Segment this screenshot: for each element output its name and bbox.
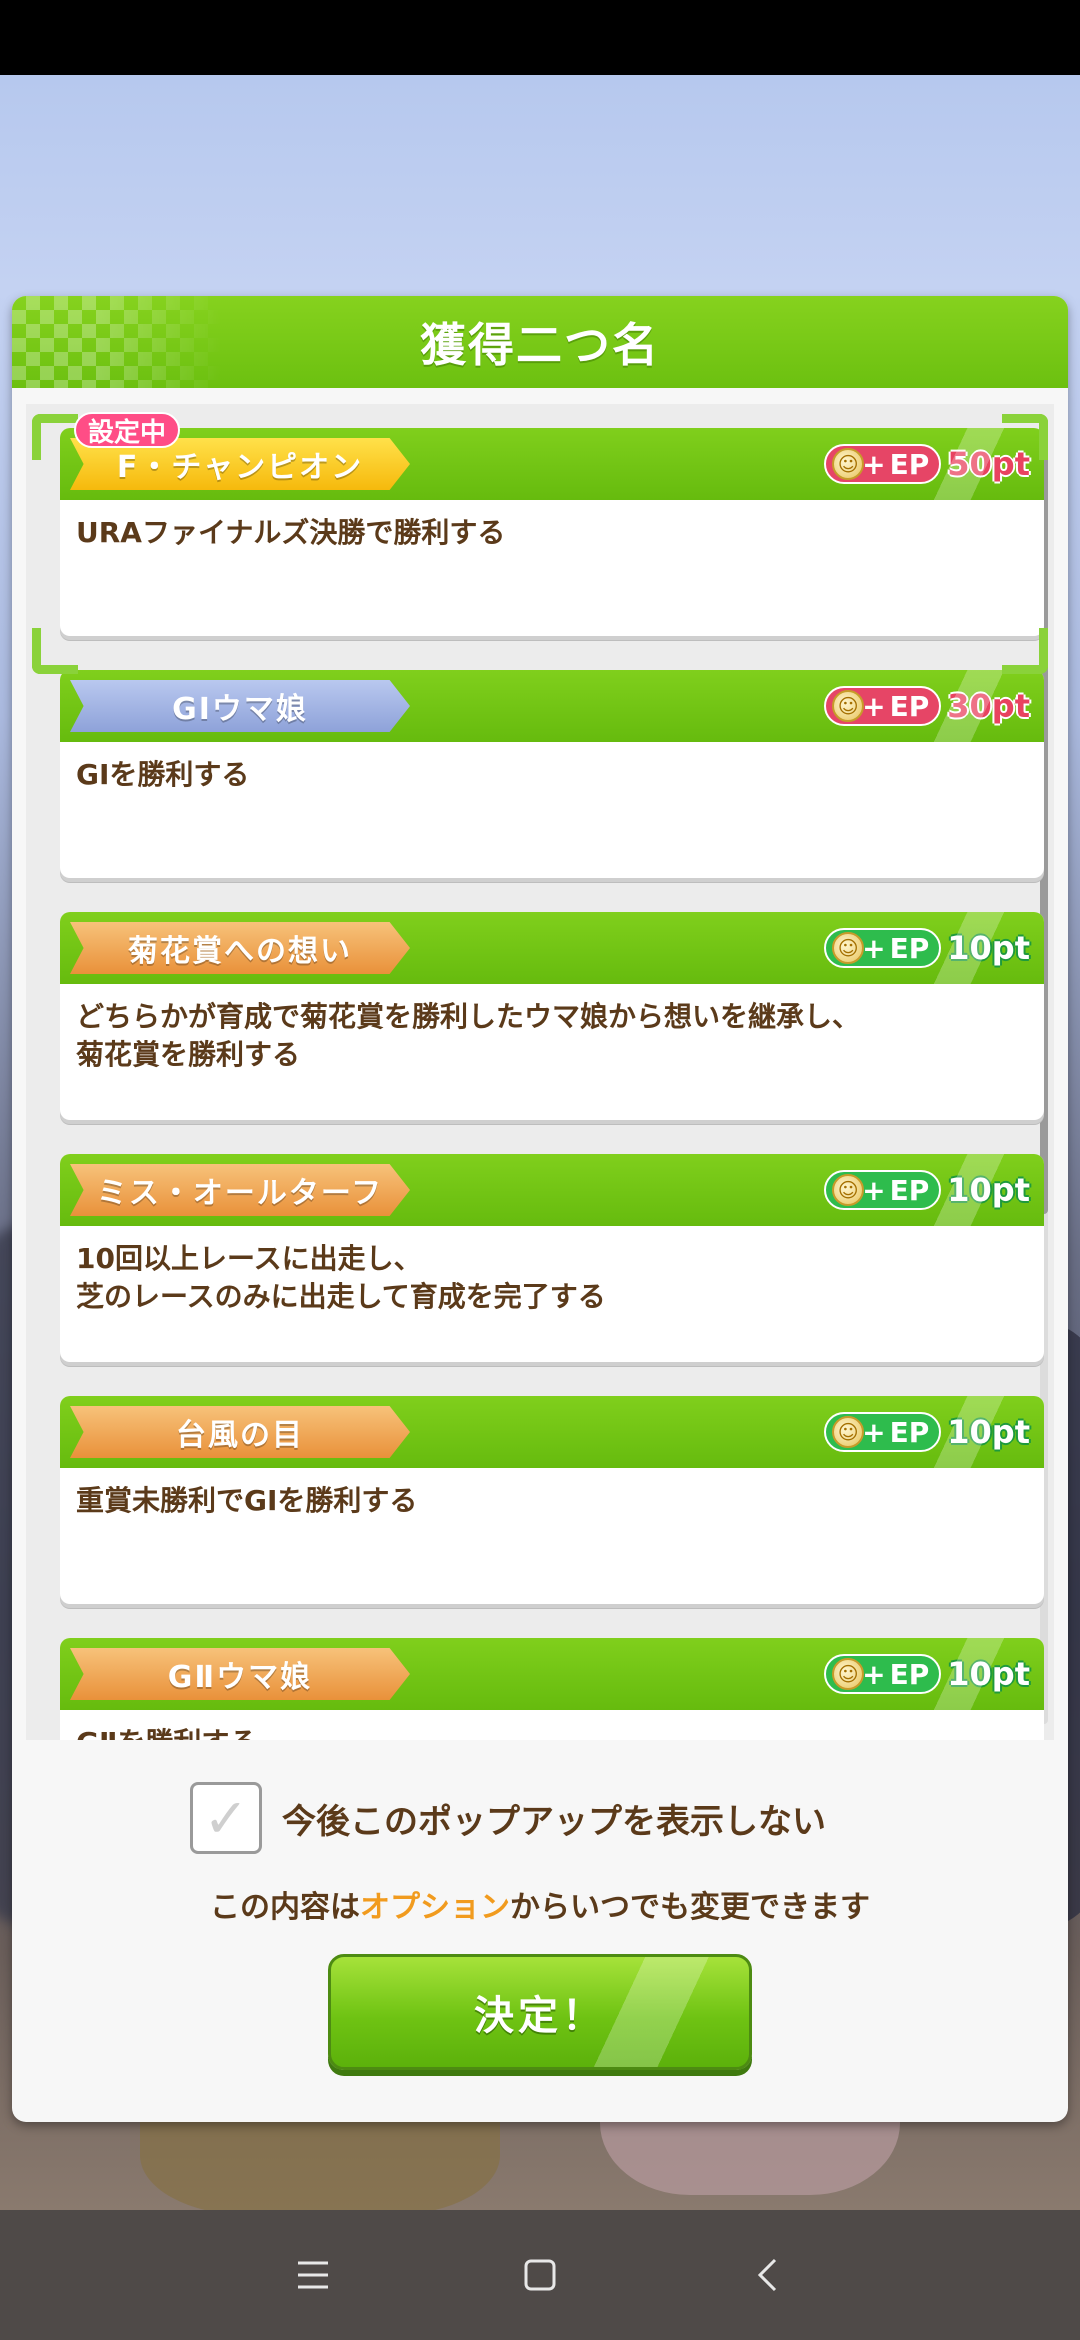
title-card-header: 台風の目 ☺ + EP 10pt (60, 1396, 1044, 1468)
title-card[interactable]: GⅠウマ娘 ☺ + EP 30pt GⅠを勝利する (60, 670, 1044, 878)
ep-points: 10pt (947, 1655, 1030, 1693)
ep-label: EP (889, 1657, 930, 1691)
selection-bracket-bottom-left (32, 628, 78, 674)
title-card[interactable]: 台風の目 ☺ + EP 10pt 重賞未勝利でGⅠを勝利する (60, 1396, 1044, 1604)
title-name-badge: GⅠウマ娘 (70, 680, 410, 732)
home-icon (524, 2259, 556, 2291)
selection-bracket-top-right (1002, 414, 1048, 460)
ep-pill: ☺ + EP (824, 444, 942, 484)
plus-icon: + (862, 447, 886, 481)
status-bar (0, 0, 1080, 75)
plus-icon: + (862, 689, 886, 723)
title-card-header: ミス・オールターフ ☺ + EP 10pt (60, 1154, 1044, 1226)
ep-pill: ☺ + EP (824, 928, 942, 968)
title-name-badge: GⅡウマ娘 (70, 1648, 410, 1700)
title-description: どちらかが育成で菊花賞を勝利したウマ娘から想いを継承し、 菊花賞を勝利する (76, 1000, 861, 1071)
ep-pill: ☺ + EP (824, 686, 942, 726)
dialog-title: 獲得二つ名 (420, 318, 660, 372)
ep-coin-icon: ☺ (832, 1416, 865, 1448)
selection-bracket-bottom-right (1002, 628, 1048, 674)
title-card[interactable]: 菊花賞への想い ☺ + EP 10pt どちらかが育成で菊花賞を勝利したウマ娘から想いを継… (60, 912, 1044, 1120)
current-title-tag: 設定中 (74, 412, 181, 448)
back-button[interactable] (732, 2240, 802, 2310)
ep-pill: ☺ + EP (824, 1412, 942, 1452)
ep-reward: ☺ + EP 30pt (824, 682, 1030, 730)
ep-points: 10pt (947, 929, 1030, 967)
plus-icon: + (862, 931, 886, 965)
back-icon (757, 2258, 776, 2292)
title-card-header: F・チャンピオン ☺ + EP 50pt (60, 428, 1044, 500)
ep-points: 10pt (947, 1171, 1030, 1209)
title-name-badge: ミス・オールターフ (70, 1164, 410, 1216)
ep-label: EP (889, 1415, 930, 1449)
title-card[interactable]: F・チャンピオン ☺ + EP 50pt URAファイナルズ決勝で勝利する (60, 428, 1044, 636)
info-text-before: この内容は (210, 1890, 360, 1925)
info-text-after: からいつでも変更できます (510, 1890, 870, 1925)
ep-coin-icon: ☺ (832, 448, 865, 480)
ep-label: EP (889, 931, 930, 965)
confirm-label: 決定！ (474, 1993, 606, 2039)
dont-show-checkbox[interactable]: ✓ (190, 1782, 262, 1854)
menu-icon (298, 2261, 329, 2289)
confirm-button[interactable]: 決定！ (328, 1954, 752, 2070)
ep-label: EP (889, 1173, 930, 1207)
checkbox-label: 今後このポップアップを表示しない (282, 1801, 826, 1842)
plus-icon: + (862, 1657, 886, 1691)
ep-points: 10pt (947, 1413, 1030, 1451)
selection-bracket-top-left (32, 414, 78, 460)
recents-button[interactable] (278, 2240, 348, 2310)
ep-pill: ☺ + EP (824, 1170, 942, 1210)
title-name-badge: 菊花賞への想い (70, 922, 410, 974)
header-pattern (12, 296, 222, 388)
option-info-text: この内容はオプションからいつでも変更できます (12, 1882, 1068, 1926)
ep-pill: ☺ + EP (824, 1654, 942, 1694)
title-list[interactable]: F・チャンピオン ☺ + EP 50pt URAファイナルズ決勝で勝利する GⅠウマ娘 ☺ + E… (26, 404, 1054, 1740)
title-card-header: GⅡウマ娘 ☺ + EP 10pt (60, 1638, 1044, 1710)
ep-reward: ☺ + EP 10pt (824, 1166, 1030, 1214)
title-card-header: GⅠウマ娘 ☺ + EP 30pt (60, 670, 1044, 742)
title-card[interactable]: ミス・オールターフ ☺ + EP 10pt 10回以上レースに出走し、 芝のレースのみに出… (60, 1154, 1044, 1362)
title-description: URAファイナルズ決勝で勝利する (76, 516, 506, 549)
title-description: GⅡを勝利する (76, 1724, 1016, 1740)
ep-points: 30pt (947, 687, 1030, 725)
ep-reward: ☺ + EP 50pt (824, 440, 1030, 488)
system-nav-bar (0, 2210, 1080, 2340)
plus-icon: + (862, 1173, 886, 1207)
ep-reward: ☺ + EP 10pt (824, 1650, 1030, 1698)
title-name-badge: 台風の目 (70, 1406, 410, 1458)
ep-coin-icon: ☺ (832, 690, 865, 722)
title-description: GⅠを勝利する (76, 758, 250, 791)
checkmark-icon: ✓ (203, 1786, 249, 1850)
title-description: 重賞未勝利でGⅠを勝利する (76, 1484, 418, 1517)
ep-label: EP (889, 689, 930, 723)
ep-reward: ☺ + EP 10pt (824, 924, 1030, 972)
ep-reward: ☺ + EP 10pt (824, 1408, 1030, 1456)
title-card-header: 菊花賞への想い ☺ + EP 10pt (60, 912, 1044, 984)
ep-coin-icon: ☺ (832, 1658, 865, 1690)
dialog-header: 獲得二つ名 (12, 296, 1068, 388)
ep-coin-icon: ☺ (832, 1174, 865, 1206)
dont-show-again-row[interactable]: ✓ 今後このポップアップを表示しない (190, 1782, 826, 1854)
plus-icon: + (862, 1415, 886, 1449)
title-description: 10回以上レースに出走し、 芝のレースのみに出走して育成を完了する (76, 1242, 606, 1313)
option-link-text: オプション (360, 1890, 510, 1925)
title-acquired-dialog: 獲得二つ名 F・チャンピオン ☺ + EP 50pt URAファイナルズ決勝で勝利する GⅠ… (12, 296, 1068, 2122)
home-button[interactable] (505, 2240, 575, 2310)
ep-label: EP (889, 447, 930, 481)
ep-coin-icon: ☺ (832, 932, 865, 964)
title-card[interactable]: GⅡウマ娘☺+EP10ptGⅡを勝利する (60, 1638, 1044, 1740)
